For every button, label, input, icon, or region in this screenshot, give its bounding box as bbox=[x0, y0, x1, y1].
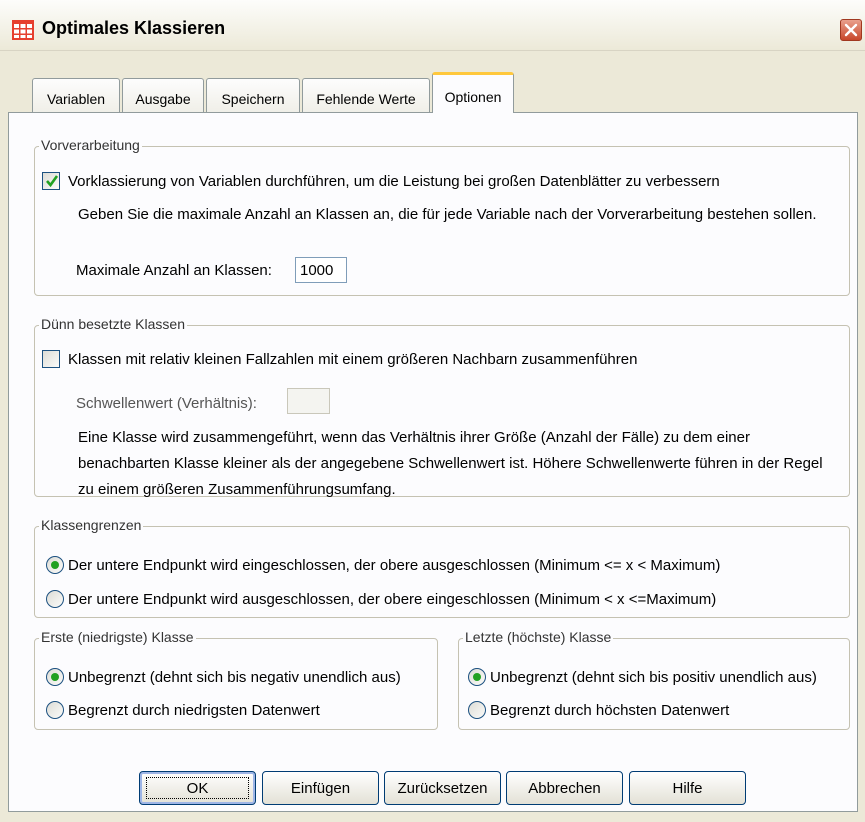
first-bin-legend: Erste (niedrigste) Klasse bbox=[39, 629, 196, 645]
merge-sparse-checkbox[interactable] bbox=[42, 350, 60, 368]
sparse-description: Eine Klasse wird zusammengeführt, wenn d… bbox=[78, 429, 823, 498]
preprocessing-description: Geben Sie die maximale Anzahl an Klassen… bbox=[78, 206, 817, 223]
first-bin-bounded-radio[interactable] bbox=[46, 701, 64, 719]
tab-variablen[interactable]: Variablen bbox=[32, 78, 120, 112]
cancel-button[interactable]: Abbrechen bbox=[506, 771, 623, 805]
first-bin-bounded-label[interactable]: Begrenzt durch niedrigsten Datenwert bbox=[68, 702, 320, 719]
bounds-lower-included-label[interactable]: Der untere Endpunkt wird eingeschlossen,… bbox=[68, 557, 720, 574]
first-bin-unbounded-radio[interactable] bbox=[46, 668, 64, 686]
bounds-legend: Klassengrenzen bbox=[39, 517, 144, 533]
tab-optionen[interactable]: Optionen bbox=[432, 72, 514, 113]
reset-button[interactable]: Zurücksetzen bbox=[384, 771, 501, 805]
help-button[interactable]: Hilfe bbox=[629, 771, 746, 805]
ok-button[interactable]: OK bbox=[139, 771, 256, 805]
bounds-lower-included-radio[interactable] bbox=[46, 556, 64, 574]
bounds-upper-included-label[interactable]: Der untere Endpunkt wird ausgeschlossen,… bbox=[68, 591, 716, 608]
close-button[interactable] bbox=[840, 19, 862, 41]
last-bin-unbounded-label[interactable]: Unbegrenzt (dehnt sich bis positiv unend… bbox=[490, 669, 817, 686]
focus-ring bbox=[146, 777, 249, 799]
preclassify-label[interactable]: Vorklassierung von Variablen durchführen… bbox=[68, 173, 720, 190]
last-bin-legend: Letzte (höchste) Klasse bbox=[463, 629, 614, 645]
bounds-upper-included-radio[interactable] bbox=[46, 590, 64, 608]
sparse-legend: Dünn besetzte Klassen bbox=[39, 316, 187, 332]
threshold-input[interactable] bbox=[287, 388, 330, 414]
first-bin-unbounded-label[interactable]: Unbegrenzt (dehnt sich bis negativ unend… bbox=[68, 669, 401, 686]
tab-ausgabe[interactable]: Ausgabe bbox=[122, 78, 204, 112]
tab-fehlende-werte[interactable]: Fehlende Werte bbox=[302, 78, 430, 112]
preclassify-checkbox[interactable] bbox=[42, 172, 60, 190]
title-bar: Optimales Klassieren bbox=[0, 0, 865, 51]
max-bins-input[interactable] bbox=[295, 257, 347, 283]
app-grid-icon bbox=[12, 20, 34, 40]
merge-sparse-label[interactable]: Klassen mit relativ kleinen Fallzahlen m… bbox=[68, 351, 637, 368]
preprocessing-legend: Vorverarbeitung bbox=[39, 137, 142, 153]
window-title: Optimales Klassieren bbox=[42, 18, 226, 38]
checkmark-icon bbox=[46, 175, 59, 188]
dialog-window: Optimales Klassieren Variablen Ausgabe S… bbox=[0, 0, 865, 822]
close-icon bbox=[844, 23, 858, 37]
last-bin-unbounded-radio[interactable] bbox=[468, 668, 486, 686]
last-bin-bounded-radio[interactable] bbox=[468, 701, 486, 719]
tab-speichern[interactable]: Speichern bbox=[206, 78, 300, 112]
paste-button[interactable]: Einfügen bbox=[262, 771, 379, 805]
threshold-label: Schwellenwert (Verhältnis): bbox=[76, 395, 257, 412]
max-bins-label: Maximale Anzahl an Klassen: bbox=[76, 262, 272, 279]
last-bin-bounded-label[interactable]: Begrenzt durch höchsten Datenwert bbox=[490, 702, 729, 719]
